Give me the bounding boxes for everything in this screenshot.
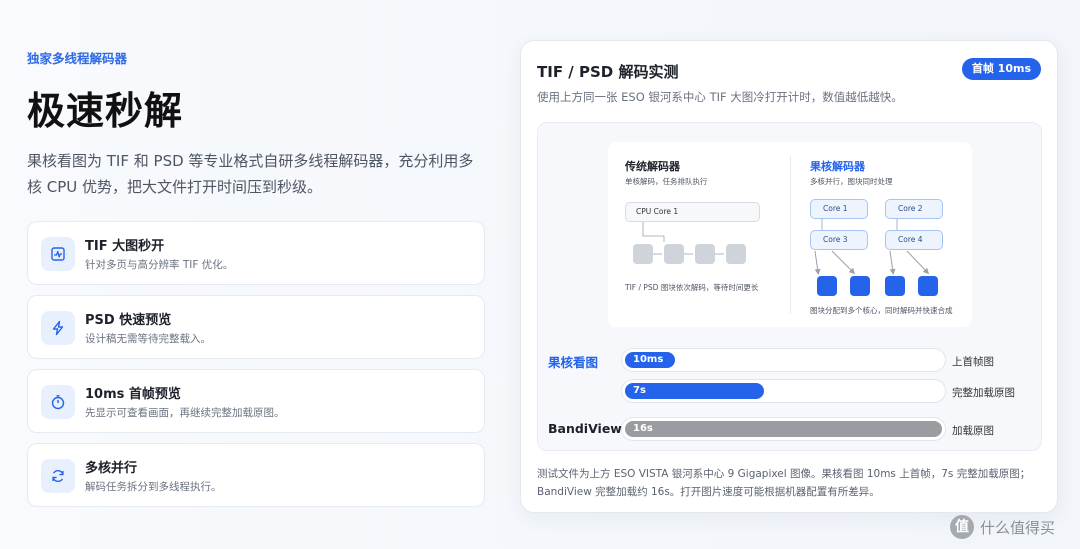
bar-metric-label: 完整加载原图	[952, 387, 1015, 399]
bar-fill: 10ms	[625, 352, 675, 368]
decoder-diagram: 传统解码器 单核解码，任务排队执行 CPU Core 1 TIF / PSD 图…	[608, 142, 972, 327]
feature-desc: 设计稿无需等待完整载入。	[85, 333, 211, 345]
bar-track: 10ms	[621, 348, 946, 372]
core-box: Core 2	[885, 199, 943, 219]
chart-icon	[41, 237, 75, 271]
lightning-icon	[41, 311, 75, 345]
first-frame-badge: 首帧 10ms	[961, 58, 1041, 80]
output-block	[885, 276, 905, 296]
core-box: Core 4	[885, 230, 943, 250]
core-box: Core 1	[810, 199, 868, 219]
output-block	[817, 276, 837, 296]
eyebrow-label: 独家多线程解码器	[27, 51, 128, 66]
bar-fill: 16s	[625, 421, 942, 437]
watermark-logo: 值	[950, 515, 974, 539]
footnote: 测试文件为上方 ESO VISTA 银河系中心 9 Gigapixel 图像。果…	[537, 468, 1031, 498]
bar-app-label: BandiView	[548, 421, 622, 436]
bar-track: 16s	[621, 417, 946, 441]
feature-title: TIF 大图秒开	[85, 239, 165, 254]
watermark-text: 什么值得买	[980, 518, 1056, 537]
feature-desc: 先显示可查看画面，再继续完整加载原图。	[85, 407, 285, 419]
tile-block	[726, 244, 746, 264]
feature-title: 多核并行	[85, 461, 138, 476]
hero-title: 极速秒解	[27, 89, 184, 133]
feature-title: 10ms 首帧预览	[85, 387, 181, 402]
bar-fill: 7s	[625, 383, 764, 399]
intro-paragraph: 果核看图为 TIF 和 PSD 等专业格式自研多线程解码器，充分利用多核 CPU…	[27, 152, 474, 196]
bar-metric-label: 上首帧图	[952, 356, 994, 368]
feature-card-psd: PSD 快速预览 设计稿无需等待完整载入。	[27, 295, 485, 359]
core-box: Core 3	[810, 230, 868, 250]
output-block	[918, 276, 938, 296]
feature-card-first-frame: 10ms 首帧预览 先显示可查看画面，再继续完整加载原图。	[27, 369, 485, 433]
bar-metric-label: 加载原图	[952, 425, 994, 437]
card-subtitle: 使用上方同一张 ESO 银河系中心 TIF 大图冷打开计时，数值越低越快。	[537, 90, 903, 104]
tile-block	[633, 244, 653, 264]
tile-block	[695, 244, 715, 264]
watermark: 值 什么值得买	[950, 514, 1055, 540]
feature-title: PSD 快速预览	[85, 313, 172, 328]
benchmark-panel: 传统解码器 单核解码，任务排队执行 CPU Core 1 TIF / PSD 图…	[537, 122, 1042, 451]
bar-app-label: 果核看图	[548, 355, 599, 370]
traditional-note: TIF / PSD 图块依次解码，等待时间更长	[625, 283, 759, 292]
feature-desc: 解码任务拆分到多线程执行。	[85, 481, 222, 493]
sequential-connectors	[642, 222, 724, 255]
stopwatch-icon	[41, 385, 75, 419]
bar-track: 7s	[621, 379, 946, 403]
card-title: TIF / PSD 解码实测	[537, 63, 679, 81]
tile-block	[664, 244, 684, 264]
output-block	[850, 276, 870, 296]
refresh-icon	[41, 459, 75, 493]
feature-desc: 针对多页与高分辨率 TIF 优化。	[85, 259, 234, 271]
feature-card-tif: TIF 大图秒开 针对多页与高分辨率 TIF 优化。	[27, 221, 485, 285]
feature-card-multicore: 多核并行 解码任务拆分到多线程执行。	[27, 443, 485, 507]
guohe-note: 图块分配到多个核心，同时解码并快速合成	[810, 306, 953, 315]
benchmark-card: TIF / PSD 解码实测 首帧 10ms 使用上方同一张 ESO 银河系中心…	[520, 40, 1058, 513]
